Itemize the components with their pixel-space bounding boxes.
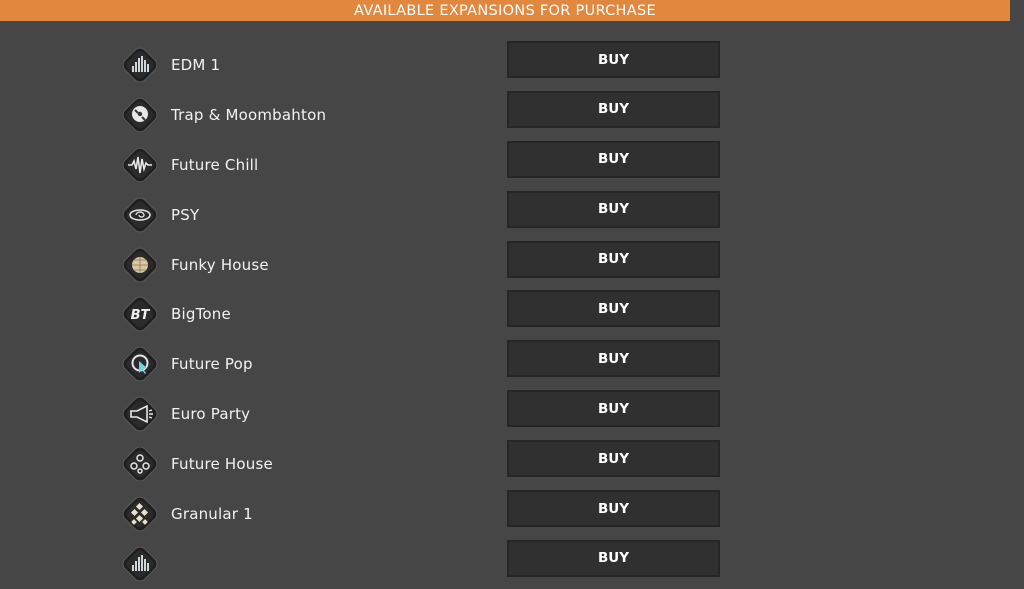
- list-item: EDM 1 BUY: [0, 40, 1010, 90]
- buy-button[interactable]: BUY: [507, 390, 720, 428]
- expansion-list: EDM 1 BUY Trap & Moombahton BUY Future C…: [0, 40, 1010, 589]
- list-item: Future Pop BUY: [0, 339, 1010, 389]
- buy-button[interactable]: BUY: [507, 190, 720, 228]
- expansion-name: Future Pop: [171, 355, 253, 374]
- list-item: Granular 1 BUY: [0, 489, 1010, 539]
- list-item: Trap & Moombahton BUY: [0, 90, 1010, 140]
- buy-button[interactable]: BUY: [507, 490, 720, 528]
- buy-button[interactable]: BUY: [507, 539, 720, 577]
- page-header: AVAILABLE EXPANSIONS FOR PURCHASE: [0, 0, 1010, 21]
- expansion-name: Future House: [171, 455, 273, 474]
- equalizer-bars-icon: [119, 44, 161, 86]
- sound-wave-icon: [119, 144, 161, 186]
- list-item: PSY BUY: [0, 190, 1010, 240]
- granular-cubes-icon: [119, 493, 161, 535]
- megaphone-icon: [119, 393, 161, 435]
- list-item: Funky House BUY: [0, 240, 1010, 290]
- expansion-name: PSY: [171, 205, 200, 224]
- list-item: BUY: [0, 539, 1010, 589]
- expansion-name: Future Chill: [171, 155, 259, 174]
- expansion-name: Funky House: [171, 255, 269, 274]
- expansion-name: Trap & Moombahton: [171, 105, 327, 124]
- bt-logo-icon: BT: [119, 293, 161, 335]
- svg-text:BT: BT: [131, 308, 151, 323]
- expansion-name: Granular 1: [171, 505, 253, 524]
- buy-button[interactable]: BUY: [507, 440, 720, 478]
- equalizer-bars-icon: [119, 543, 161, 585]
- vinyl-record-icon: [119, 94, 161, 136]
- list-item: Future Chill BUY: [0, 140, 1010, 190]
- buy-button[interactable]: BUY: [507, 340, 720, 378]
- page-title: AVAILABLE EXPANSIONS FOR PURCHASE: [354, 3, 656, 19]
- list-item: BT BigTone BUY: [0, 289, 1010, 339]
- expansion-name: BigTone: [171, 305, 231, 324]
- list-item: Future House BUY: [0, 439, 1010, 489]
- expansion-name: Euro Party: [171, 405, 251, 424]
- buy-button[interactable]: BUY: [507, 90, 720, 128]
- buy-button[interactable]: BUY: [507, 140, 720, 178]
- disco-ball-icon: [119, 244, 161, 286]
- buy-button[interactable]: BUY: [507, 41, 720, 78]
- buy-button[interactable]: BUY: [507, 290, 720, 328]
- spiral-eye-icon: [119, 194, 161, 236]
- buy-button[interactable]: BUY: [507, 240, 720, 278]
- expansion-name: EDM 1: [171, 56, 221, 74]
- list-item: Euro Party BUY: [0, 389, 1010, 439]
- molecule-icon: [119, 443, 161, 485]
- cursor-ring-icon: [119, 343, 161, 385]
